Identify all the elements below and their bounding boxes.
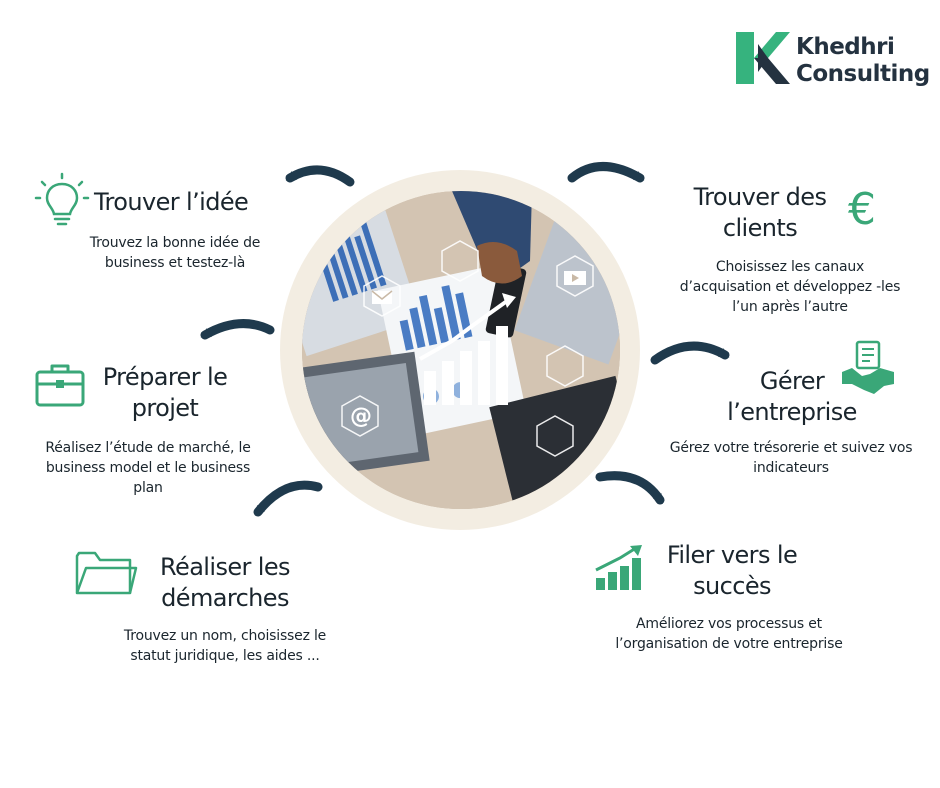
step-title-line: Réaliser les: [160, 553, 291, 581]
arrow-to-trouver-clients: [567, 162, 645, 183]
step-title-line: clients: [722, 214, 798, 242]
step-title-gerer-entreprise: Gérer l’entreprise: [710, 366, 874, 428]
briefcase-icon: [34, 362, 86, 408]
step-title-line: Préparer le: [102, 363, 228, 391]
arrow-to-trouver-idee: [285, 165, 355, 187]
step-title-trouver-clients: Trouver des clients: [680, 182, 840, 244]
step-title-line: Filer vers le: [666, 541, 798, 569]
step-title-line: l’entreprise: [727, 398, 857, 426]
step-title-realiser-demarches: Réaliser les démarches: [150, 552, 300, 614]
euro-icon: €: [848, 184, 876, 235]
step-desc-trouver-clients: Choisissez les canaux d’acquisation et d…: [679, 259, 901, 315]
arrow-to-realiser-demarches: [253, 480, 323, 517]
step-desc-filer-succes: Améliorez vos processus et l’organisatio…: [615, 616, 843, 652]
step-title-preparer-projet: Préparer le projet: [90, 362, 240, 424]
step-desc-realiser-demarches: Trouvez un nom, choisissez le statut jur…: [123, 628, 327, 664]
step-desc-preparer-projet: Réalisez l’étude de marché, le business …: [45, 440, 251, 496]
arrow-to-preparer-projet: [200, 319, 275, 340]
arrow-to-gerer-entreprise: [650, 341, 730, 365]
step-title-line: démarches: [161, 584, 289, 612]
step-desc-gerer-entreprise: Gérez votre trésorerie et suivez vos ind…: [669, 440, 913, 476]
step-title-line: Trouver des: [693, 183, 827, 211]
step-desc-trouver-idee: Trouvez la bonne idée de business et tes…: [89, 235, 261, 271]
step-title-filer-succes: Filer vers le succès: [650, 540, 814, 602]
step-title-line: Gérer: [759, 367, 825, 395]
arrow-to-filer-succes: [595, 471, 665, 505]
growth-chart-icon: [594, 544, 646, 592]
step-title-line: succès: [693, 572, 771, 600]
lightbulb-icon: [34, 172, 90, 228]
step-title-line: projet: [131, 394, 199, 422]
step-title-trouver-idee: Trouver l’idée: [94, 188, 249, 216]
folder-icon: [74, 548, 138, 598]
